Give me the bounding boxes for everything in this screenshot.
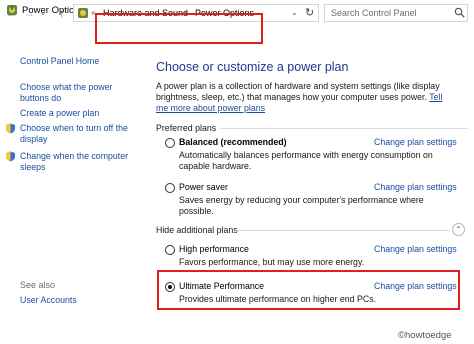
watermark: ©howtoedge xyxy=(398,330,452,341)
plan-name-balanced: Balanced (recommended) xyxy=(179,137,287,147)
search-placeholder: Search Control Panel xyxy=(331,8,417,18)
see-also-user-accounts[interactable]: User Accounts xyxy=(20,295,77,306)
page-title: Choose or customize a power plan xyxy=(156,60,349,74)
shield-icon xyxy=(6,151,15,162)
sidebar-item-power-buttons[interactable]: Choose what the power buttons do xyxy=(20,82,130,104)
sidebar-item-computer-sleeps[interactable]: Change when the computer sleeps xyxy=(20,151,135,173)
sidebar-item-create-plan[interactable]: Create a power plan xyxy=(20,108,99,119)
back-arrow-icon[interactable]: ← xyxy=(5,5,19,21)
radio-high-performance[interactable] xyxy=(165,245,175,255)
page-description: A power plan is a collection of hardware… xyxy=(156,81,456,114)
divider xyxy=(236,230,450,231)
plan-desc-power-saver: Saves energy by reducing your computer's… xyxy=(179,195,424,216)
highlight-box-ultimate-performance xyxy=(157,270,460,310)
change-plan-settings-power-saver[interactable]: Change plan settings xyxy=(374,182,457,192)
hide-additional-plans-label[interactable]: Hide additional plans xyxy=(156,225,238,235)
sidebar-control-panel-home[interactable]: Control Panel Home xyxy=(20,56,99,67)
forward-arrow-icon[interactable]: → xyxy=(22,5,36,21)
collapse-icon[interactable]: ⌃ xyxy=(452,223,465,236)
address-dropdown-icon[interactable]: ⌄ xyxy=(291,8,298,17)
plan-name-power-saver: Power saver xyxy=(179,182,228,192)
control-panel-icon xyxy=(78,8,88,18)
highlight-box-breadcrumb xyxy=(95,13,263,44)
refresh-icon[interactable]: ↻ xyxy=(305,6,314,19)
sidebar-item-turn-off-display[interactable]: Choose when to turn off the display xyxy=(20,123,135,145)
search-icon[interactable] xyxy=(454,7,465,18)
shield-icon xyxy=(6,123,15,134)
preferred-plans-label: Preferred plans xyxy=(156,123,217,133)
radio-power-saver[interactable] xyxy=(165,183,175,193)
change-plan-settings-high-performance[interactable]: Change plan settings xyxy=(374,244,457,254)
radio-balanced[interactable] xyxy=(165,138,175,148)
up-arrow-icon[interactable]: ↑ xyxy=(55,5,69,21)
divider xyxy=(220,128,468,129)
see-also-label: See also xyxy=(20,280,56,290)
plan-desc-high-performance: Favors performance, but may use more ene… xyxy=(179,257,365,267)
plan-name-high-performance: High performance xyxy=(179,244,249,254)
change-plan-settings-balanced[interactable]: Change plan settings xyxy=(374,137,457,147)
description-text: A power plan is a collection of hardware… xyxy=(156,81,440,102)
recent-locations-chevron-icon[interactable]: ⌄ xyxy=(38,5,48,21)
plan-desc-balanced: Automatically balances performance with … xyxy=(179,150,433,171)
